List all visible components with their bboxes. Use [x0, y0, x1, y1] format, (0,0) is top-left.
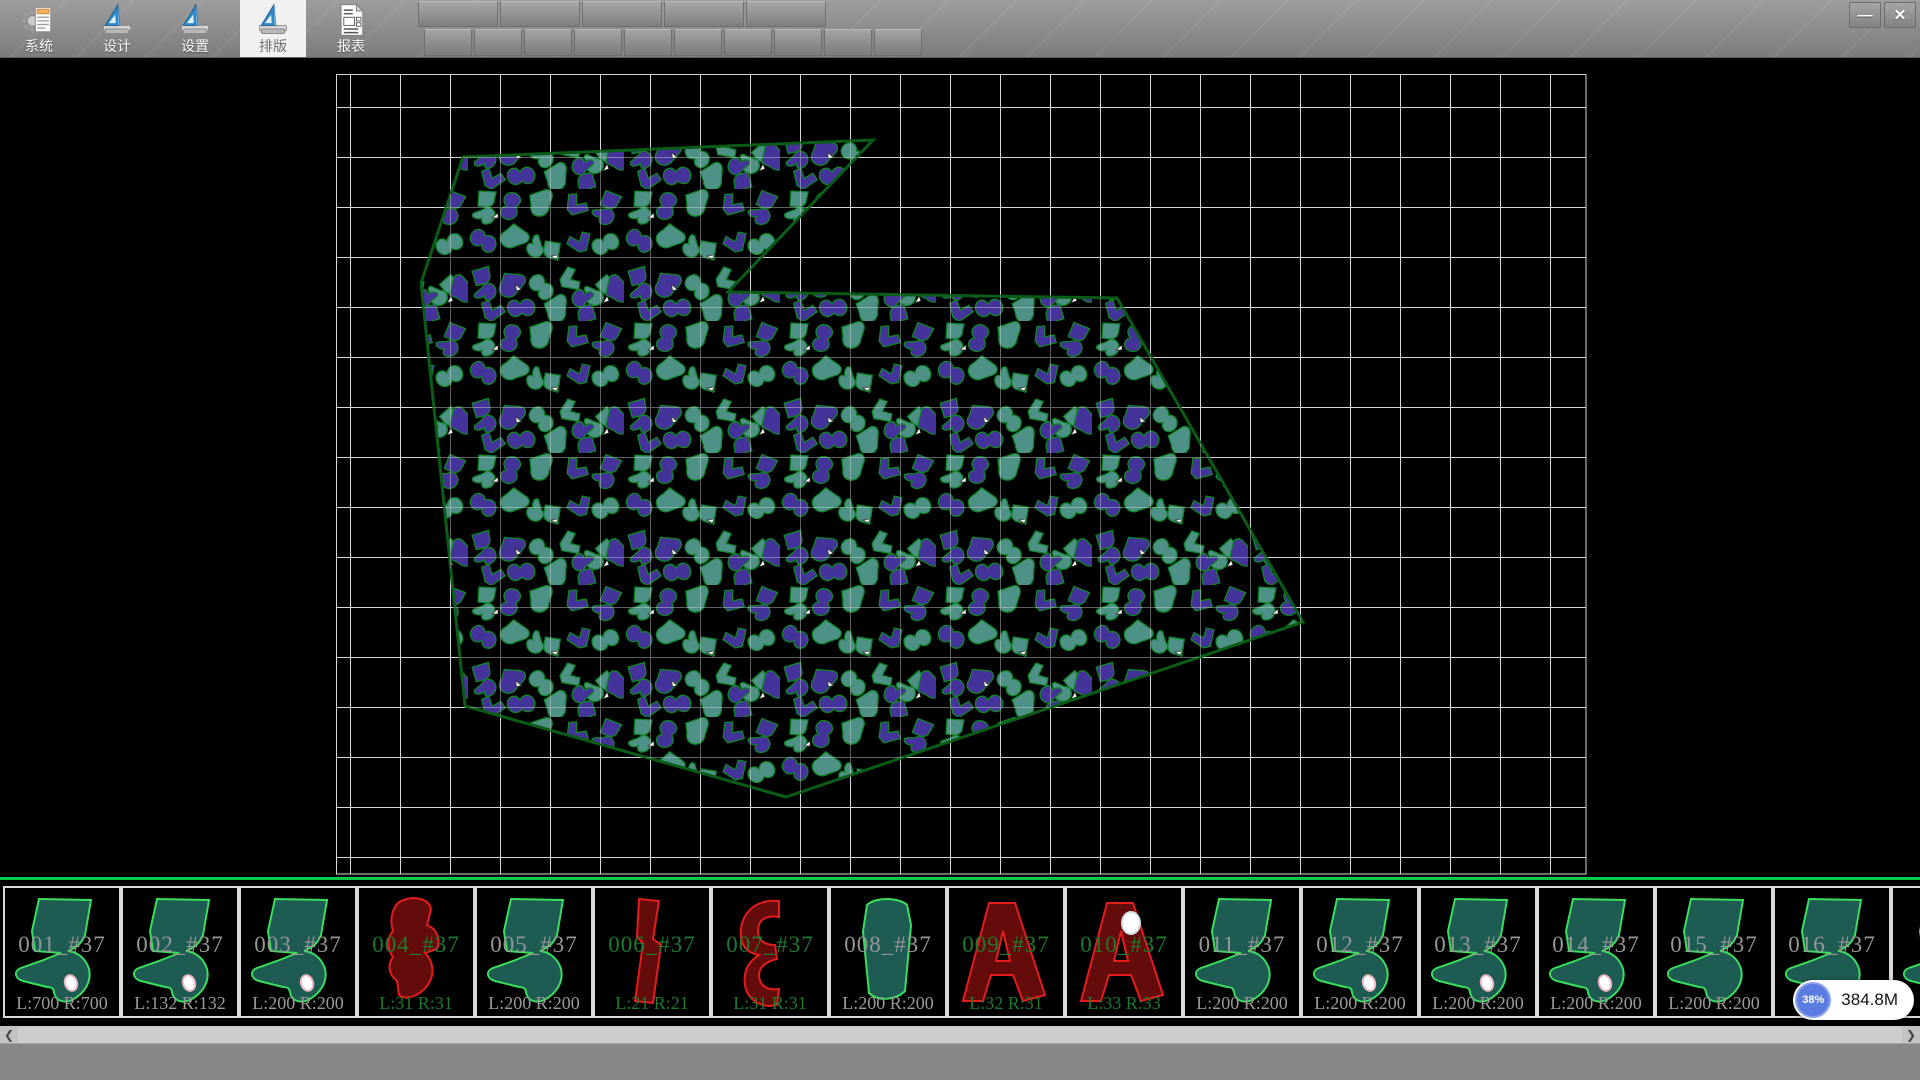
piece-tile[interactable]: 010_#37 L:33 R:33	[1065, 886, 1183, 1018]
menu-bar	[418, 1, 826, 27]
nav-tab[interactable]: 设置	[162, 0, 228, 57]
design-icon	[98, 2, 136, 38]
tool-button[interactable]	[424, 29, 472, 56]
piece-name: 012_#37	[1303, 932, 1417, 958]
piece-tile[interactable]: 006_#37 L:21 R:21	[593, 886, 711, 1018]
piece-name: 007_#37	[713, 932, 827, 958]
nav-tab[interactable]: 设计	[84, 0, 150, 57]
nav-tab-label: 系统	[25, 38, 53, 55]
menu-button[interactable]	[582, 1, 662, 27]
settings-icon	[176, 2, 214, 38]
bottom-status-bar	[0, 1043, 1920, 1080]
nav-tab-label: 排版	[259, 38, 287, 55]
tool-button[interactable]	[624, 29, 672, 56]
piece-tile[interactable]: 005_#37 L:200 R:200	[475, 886, 593, 1018]
progress-percent-badge: 38%	[1795, 982, 1831, 1018]
piece-name: 010_#37	[1067, 932, 1181, 958]
tool-button[interactable]	[774, 29, 822, 56]
piece-lr-count: L:200 R:200	[1185, 993, 1299, 1014]
piece-tile[interactable]: 015_#37 L:200 R:200	[1655, 886, 1773, 1018]
nesting-app-window: 系统 设计 设置 排版 报表 —	[0, 0, 1920, 1080]
nav-tab-label: 报表	[337, 38, 365, 55]
piece-lr-count: L:200 R:200	[1303, 993, 1417, 1014]
nav-tab-label: 设置	[181, 38, 209, 55]
piece-lr-count: L:132 R:132	[123, 993, 237, 1014]
piece-tile[interactable]: 001_#37 L:700 R:700	[3, 886, 121, 1018]
scroll-left-arrow-icon[interactable]: ❮	[0, 1026, 18, 1043]
piece-lr-count: L:200 R:200	[831, 993, 945, 1014]
piece-lr-count: L:200 R:200	[1421, 993, 1535, 1014]
piece-tiles: 001_#37 L:700 R:700 002_#37 L:132 R:132 …	[3, 886, 1920, 1018]
piece-tile[interactable]: 004_#37 L:31 R:31	[357, 886, 475, 1018]
piece-lr-count: L:200 R:200	[241, 993, 355, 1014]
nav-tab[interactable]: 排版	[240, 0, 306, 57]
horizontal-scrollbar[interactable]: ❮ ❯	[0, 1026, 1920, 1043]
nav-tab[interactable]: 系统	[6, 0, 72, 57]
piece-lr-count: L:31 R:31	[713, 993, 827, 1014]
nav-tab-label: 设计	[103, 38, 131, 55]
menu-button[interactable]	[500, 1, 580, 27]
piece-lr-count: L:200 R:200	[1539, 993, 1653, 1014]
piece-tile[interactable]: 012_#37 L:200 R:200	[1301, 886, 1419, 1018]
piece-lr-count: L:200 R:200	[477, 993, 591, 1014]
piece-thumbnail-strip: 001_#37 L:700 R:700 002_#37 L:132 R:132 …	[0, 880, 1920, 1026]
piece-tile[interactable]: 013_#37 L:200 R:200	[1419, 886, 1537, 1018]
piece-lr-count: L:200 R:200	[1657, 993, 1771, 1014]
system-icon	[20, 2, 58, 38]
piece-name: 016_#37	[1775, 932, 1889, 958]
piece-name: 005_#37	[477, 932, 591, 958]
tool-button[interactable]	[574, 29, 622, 56]
piece-name: 015_#37	[1657, 932, 1771, 958]
tool-button[interactable]	[524, 29, 572, 56]
nesting-canvas-viewport[interactable]	[0, 57, 1920, 877]
piece-tile[interactable]: 002_#37 L:132 R:132	[121, 886, 239, 1018]
piece-tile[interactable]: 007_#37 L:31 R:31	[711, 886, 829, 1018]
memory-status-pill: 38% 384.8M	[1793, 980, 1914, 1020]
piece-name: 008_#37	[831, 932, 945, 958]
memory-usage-value: 384.8M	[1841, 990, 1898, 1010]
piece-name: 011_#37	[1185, 932, 1299, 958]
window-controls: — ✕	[1849, 2, 1916, 28]
piece-lr-count: L:33 R:33	[1067, 993, 1181, 1014]
tool-button[interactable]	[474, 29, 522, 56]
piece-name: 006_#37	[595, 932, 709, 958]
tool-button[interactable]	[674, 29, 722, 56]
piece-tile[interactable]: 014_#37 L:200 R:200	[1537, 886, 1655, 1018]
piece-name: 014_#37	[1539, 932, 1653, 958]
piece-tile[interactable]: 003_#37 L:200 R:200	[239, 886, 357, 1018]
nesting-icon	[254, 2, 292, 38]
menu-button[interactable]	[418, 1, 498, 27]
piece-lr-count: L:32 R:31	[949, 993, 1063, 1014]
piece-name: 009_#37	[949, 932, 1063, 958]
tool-button[interactable]	[874, 29, 922, 56]
menu-button[interactable]	[746, 1, 826, 27]
report-icon	[332, 2, 370, 38]
minimize-button[interactable]: —	[1849, 2, 1881, 28]
piece-name: 003_#37	[241, 932, 355, 958]
tool-bar	[424, 29, 922, 56]
piece-lr-count: L:21 R:21	[595, 993, 709, 1014]
piece-tile[interactable]: 011_#37 L:200 R:200	[1183, 886, 1301, 1018]
piece-name: 002_#37	[123, 932, 237, 958]
piece-tile[interactable]: 008_#37 L:200 R:200	[829, 886, 947, 1018]
tool-button[interactable]	[724, 29, 772, 56]
nesting-canvas-svg	[0, 57, 1920, 877]
piece-name: 013_#37	[1421, 932, 1535, 958]
piece-lr-count: L:31 R:31	[359, 993, 473, 1014]
close-button[interactable]: ✕	[1884, 2, 1916, 28]
scroll-right-arrow-icon[interactable]: ❯	[1902, 1026, 1920, 1043]
toolbar: 系统 设计 设置 排版 报表 —	[0, 0, 1920, 58]
nav-tabs: 系统 设计 设置 排版 报表	[6, 0, 384, 57]
piece-name: 001_#37	[5, 932, 119, 958]
piece-lr-count: L:700 R:700	[5, 993, 119, 1014]
nav-tab[interactable]: 报表	[318, 0, 384, 57]
tool-button[interactable]	[824, 29, 872, 56]
piece-name: 004_#37	[359, 932, 473, 958]
piece-tile[interactable]: 009_#37 L:32 R:31	[947, 886, 1065, 1018]
menu-button[interactable]	[664, 1, 744, 27]
piece-name: 0	[1893, 932, 1920, 958]
